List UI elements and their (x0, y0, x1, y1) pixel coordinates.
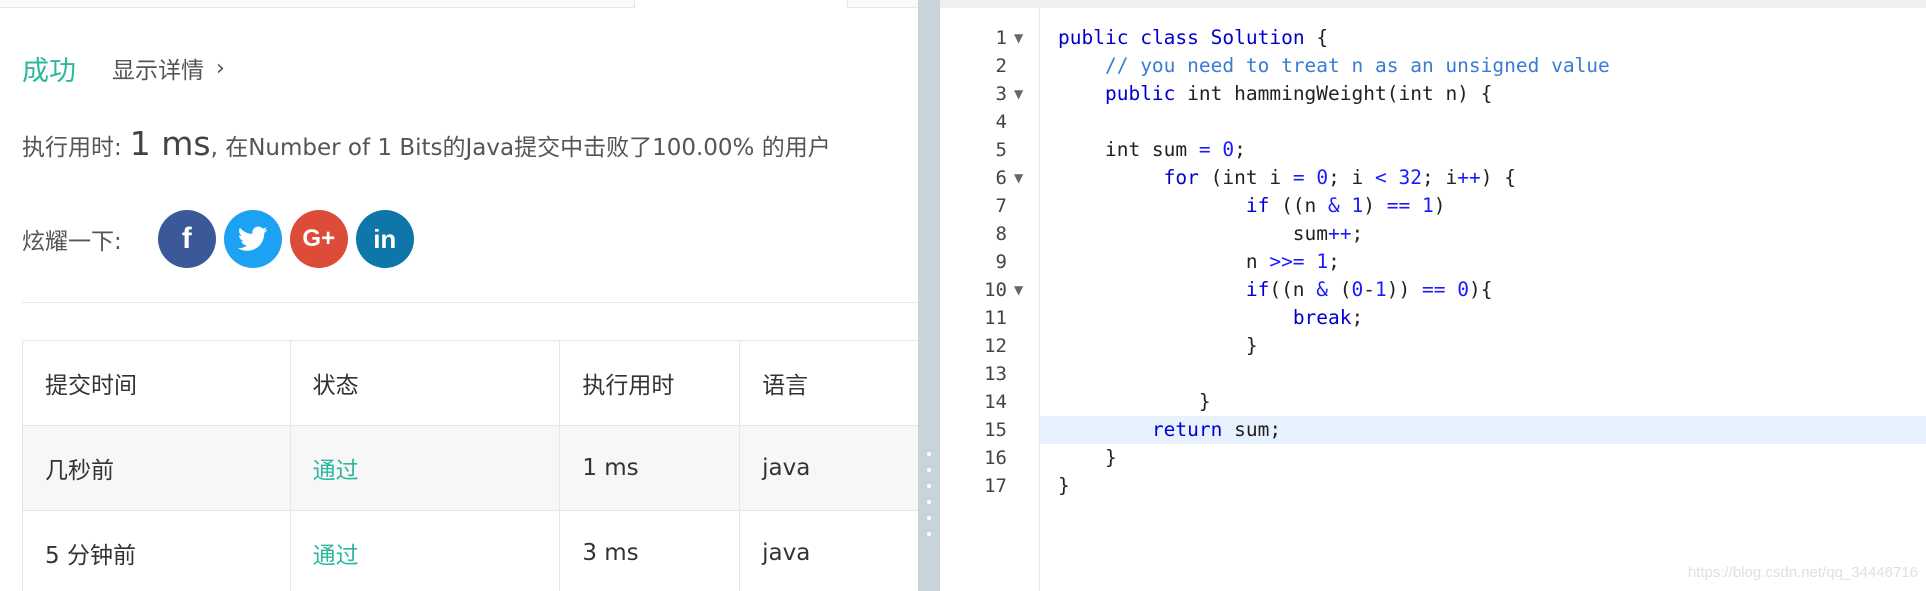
code-line[interactable] (1040, 108, 1926, 136)
header-status: 状态 (289, 340, 561, 426)
linkedin-icon[interactable]: in (355, 210, 414, 268)
code-line[interactable]: } (1040, 388, 1926, 416)
show-details-label: 显示详情 (112, 58, 204, 84)
line-number: 11 (984, 307, 1007, 329)
code-line[interactable]: sum++; (1040, 220, 1926, 248)
table-header-row: 提交时间 状态 执行用时 语言 (22, 340, 918, 426)
drag-handle-icon[interactable] (927, 452, 931, 536)
section-divider (22, 302, 918, 303)
tab-other[interactable] (847, 0, 918, 8)
runtime-label: 执行用时: (22, 135, 122, 161)
fold-toggle-icon[interactable]: ▼ (1014, 24, 1023, 52)
code-area[interactable]: public class Solution { // you need to t… (1040, 8, 1926, 591)
fold-toggle-icon[interactable]: ▼ (1014, 164, 1023, 192)
line-number: 1 (995, 27, 1007, 49)
result-panel: 成功 显示详情 › 执行用时: 1 ms , 在Number of 1 Bits… (0, 0, 918, 591)
google-plus-icon[interactable]: G+ (289, 210, 348, 268)
line-number-gutter: 1 ▼ 2 3 ▼ 4 5 6 ▼ 7 8 9 10 ▼ 11 12 13 14 15 16 17 (940, 8, 1040, 591)
line-number: 13 (984, 363, 1007, 385)
line-number: 14 (984, 391, 1007, 413)
twitter-icon[interactable] (223, 210, 282, 268)
facebook-icon[interactable]: f (157, 210, 216, 268)
line-number: 7 (995, 195, 1007, 217)
submissions-table: 提交时间 状态 执行用时 语言 几秒前 通过 1 ms java 5 分钟前 通… (22, 340, 918, 591)
chevron-right-icon: › (216, 55, 225, 81)
line-number: 10 (984, 279, 1007, 301)
twitter-bird-icon (237, 226, 268, 251)
cell-language: java (739, 510, 918, 591)
cell-runtime: 3 ms (559, 510, 741, 591)
code-line[interactable]: int sum = 0; (1040, 136, 1926, 164)
line-number: 5 (995, 139, 1007, 161)
line-number: 4 (995, 111, 1007, 133)
code-line[interactable]: n >>= 1; (1040, 248, 1926, 276)
line-number: 6 (995, 167, 1007, 189)
code-editor[interactable]: 1 ▼ 2 3 ▼ 4 5 6 ▼ 7 8 9 10 ▼ 11 12 13 14 15 16 17 public cla… (940, 0, 1926, 591)
code-line[interactable]: } (1040, 472, 1926, 500)
code-line[interactable]: } (1040, 332, 1926, 360)
code-line[interactable]: public class Solution { (1040, 24, 1926, 52)
tab-description[interactable] (0, 0, 635, 8)
share-row: 炫耀一下: f G+ in (22, 210, 422, 268)
line-number: 17 (984, 475, 1007, 497)
header-submit-time: 提交时间 (22, 340, 291, 426)
runtime-summary: 执行用时: 1 ms , 在Number of 1 Bits的Java提交中击败… (22, 124, 831, 168)
cell-status-link[interactable]: 通过 (289, 425, 561, 511)
cell-time: 5 分钟前 (22, 510, 291, 591)
panel-tabs (0, 0, 918, 8)
cell-runtime: 1 ms (559, 425, 741, 511)
runtime-value: 1 ms (129, 124, 211, 163)
code-line[interactable]: break; (1040, 304, 1926, 332)
code-line[interactable] (1040, 360, 1926, 388)
line-number: 3 (995, 83, 1007, 105)
show-details-link[interactable]: 显示详情 › (112, 51, 225, 85)
code-line[interactable]: if((n & (0-1)) == 0){ (1040, 276, 1926, 304)
result-summary: 成功 显示详情 › (22, 50, 225, 87)
cell-status-link[interactable]: 通过 (289, 510, 561, 591)
fold-toggle-icon[interactable]: ▼ (1014, 80, 1023, 108)
line-number: 2 (995, 55, 1007, 77)
runtime-description: , 在Number of 1 Bits的Java提交中击败了100.00% 的用… (210, 135, 831, 161)
code-line[interactable]: public int hammingWeight(int n) { (1040, 80, 1926, 108)
cell-time: 几秒前 (22, 425, 291, 511)
code-line[interactable]: for (int i = 0; i < 32; i++) { (1040, 164, 1926, 192)
cell-language: java (739, 425, 918, 511)
header-runtime: 执行用时 (559, 340, 741, 426)
result-status: 成功 (22, 55, 76, 87)
code-line[interactable]: // you need to treat n as an unsigned va… (1040, 52, 1926, 80)
line-number: 16 (984, 447, 1007, 469)
fold-toggle-icon[interactable]: ▼ (1014, 276, 1023, 304)
share-label: 炫耀一下: (22, 229, 122, 255)
table-row: 几秒前 通过 1 ms java (22, 425, 918, 511)
code-line[interactable]: } (1040, 444, 1926, 472)
watermark: https://blog.csdn.net/qq_34446716 (1687, 564, 1918, 581)
line-number: 12 (984, 335, 1007, 357)
code-line[interactable]: return sum; (1040, 416, 1926, 444)
line-number: 8 (995, 223, 1007, 245)
header-language: 语言 (739, 340, 918, 426)
line-number: 15 (984, 419, 1007, 441)
table-row: 5 分钟前 通过 3 ms java (22, 510, 918, 591)
pane-splitter[interactable] (918, 0, 940, 591)
line-number: 9 (995, 251, 1007, 273)
code-line[interactable]: if ((n & 1) == 1) (1040, 192, 1926, 220)
tab-submission-active[interactable] (635, 0, 847, 8)
